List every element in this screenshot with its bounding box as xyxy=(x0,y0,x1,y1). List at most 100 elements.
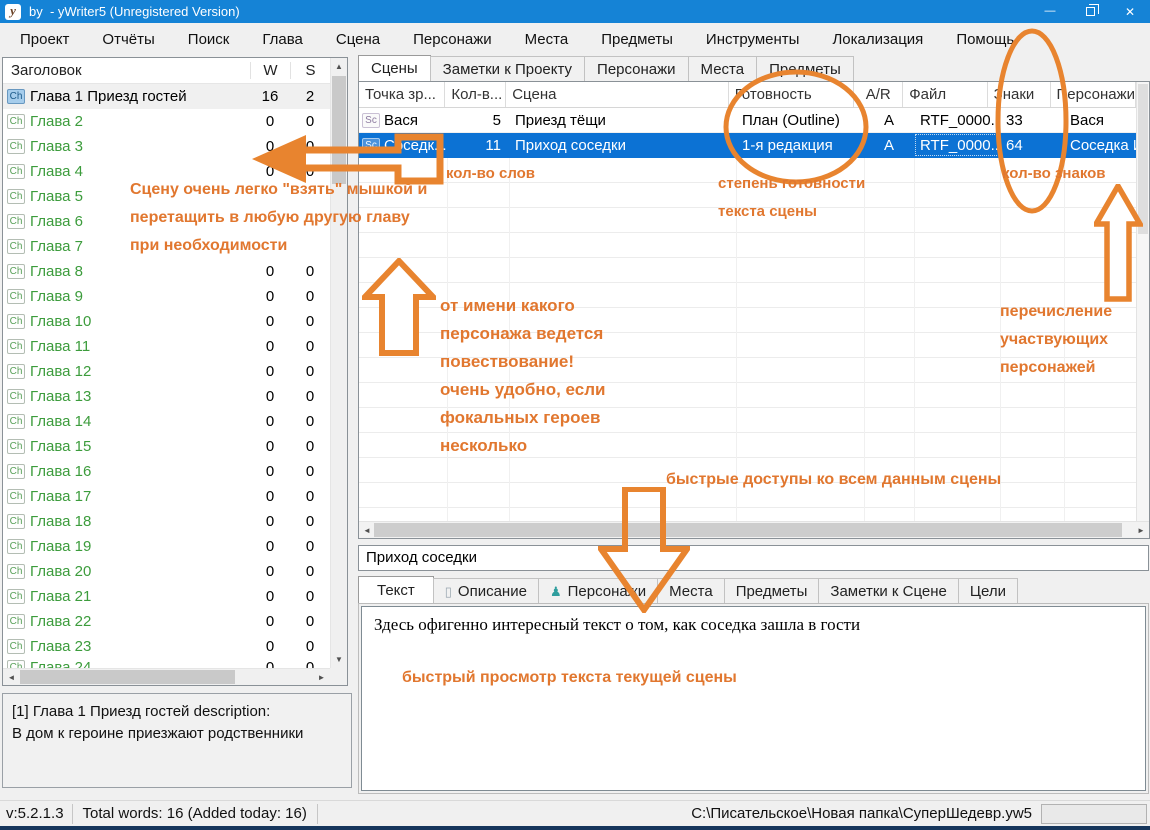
column-header-scenes[interactable]: S xyxy=(290,62,330,79)
scene-characters: Вася xyxy=(1064,108,1136,132)
chapter-row[interactable]: ChГлава 19 0 0 xyxy=(3,534,330,559)
chapter-scene-count: 0 xyxy=(290,659,330,668)
chapter-word-count: 16 xyxy=(250,88,290,105)
chapter-icon: Ch xyxy=(7,439,25,454)
column-header-file[interactable]: Файл xyxy=(903,82,987,107)
menu-item[interactable]: Отчёты xyxy=(102,31,154,48)
scroll-right-icon[interactable] xyxy=(1133,522,1149,538)
column-header-scene[interactable]: Сцена xyxy=(506,82,729,107)
chapter-row[interactable]: ChГлава 24 0 0 xyxy=(3,659,330,668)
restore-icon xyxy=(1086,7,1095,16)
menu-bar: Проект Отчёты Поиск Глава Сцена Персонаж… xyxy=(0,23,1150,55)
project-tab[interactable]: Персонажи xyxy=(584,56,689,81)
scene-tab[interactable]: Предметы xyxy=(724,578,820,603)
menu-item[interactable]: Персонажи xyxy=(413,31,492,48)
chapter-scene-count: 0 xyxy=(290,513,330,530)
chapter-title: Глава 22 xyxy=(30,613,91,630)
chapter-row[interactable]: ChГлава 15 0 0 xyxy=(3,434,330,459)
annotation-down-arrow xyxy=(598,487,690,613)
scroll-left-icon[interactable] xyxy=(3,669,20,685)
project-tab[interactable]: Заметки к Проекту xyxy=(430,56,585,81)
scene-tab[interactable]: Заметки к Сцене xyxy=(818,578,959,603)
chapter-row[interactable]: ChГлава 17 0 0 xyxy=(3,484,330,509)
chapters-horizontal-scrollbar[interactable] xyxy=(3,668,330,685)
scene-tab[interactable]: Цели xyxy=(958,578,1018,603)
scene-title-input[interactable]: Приход соседки xyxy=(358,545,1149,571)
annotation-pov-note: от имени какого персонажа ведется повест… xyxy=(440,292,605,460)
chapter-row[interactable]: ChГлава 10 0 0 xyxy=(3,309,330,334)
chapter-scene-count: 0 xyxy=(290,263,330,280)
scene-tab[interactable]: Текст xyxy=(358,576,434,603)
chapter-icon: Ch xyxy=(7,189,25,204)
chapter-title: Глава 12 xyxy=(30,363,91,380)
file-path-label: C:\Писательское\Новая папка\СуперШедевр.… xyxy=(691,805,1032,822)
chapter-row[interactable]: ChГлава 13 0 0 xyxy=(3,384,330,409)
tab-icon: ♟ xyxy=(550,585,562,598)
column-header-words[interactable]: Кол-в... xyxy=(445,82,506,107)
chapter-icon: Ch xyxy=(7,660,25,668)
menu-item[interactable]: Инструменты xyxy=(706,31,800,48)
chapter-row[interactable]: ChГлава 22 0 0 xyxy=(3,609,330,634)
chapter-title: Глава 4 xyxy=(30,163,83,180)
scene-file: RTF_0000.. xyxy=(914,133,1000,157)
column-header-title[interactable]: Заголовок xyxy=(3,62,250,79)
scene-word-count: 5 xyxy=(447,108,509,132)
chapter-row[interactable]: ChГлава 14 0 0 xyxy=(3,409,330,434)
description-line-1: [1] Глава 1 Приезд гостей description: xyxy=(12,701,342,723)
chapter-scene-count: 0 xyxy=(290,338,330,355)
scroll-up-icon[interactable] xyxy=(331,58,347,75)
taskbar-edge xyxy=(0,826,1150,830)
chapter-row[interactable]: ChГлава 9 0 0 xyxy=(3,284,330,309)
scenes-horizontal-scrollbar[interactable] xyxy=(359,521,1149,538)
chapter-scene-count: 0 xyxy=(290,588,330,605)
scrollbar-thumb[interactable] xyxy=(374,523,1122,537)
chapter-title: Глава 14 xyxy=(30,413,91,430)
chapter-word-count: 0 xyxy=(250,463,290,480)
scroll-right-icon[interactable] xyxy=(313,669,330,685)
scroll-down-icon[interactable] xyxy=(331,651,347,668)
chapter-scene-count: 0 xyxy=(290,313,330,330)
chapter-title: Глава 9 xyxy=(30,288,83,305)
menu-item[interactable]: Локализация xyxy=(832,31,923,48)
column-header-pov[interactable]: Точка зр... xyxy=(359,82,445,107)
scroll-left-icon[interactable] xyxy=(359,522,375,538)
menu-item[interactable]: Предметы xyxy=(601,31,673,48)
chapter-row[interactable]: ChГлава 23 0 0 xyxy=(3,634,330,659)
chapter-title: Глава 17 xyxy=(30,488,91,505)
scrollbar-thumb[interactable] xyxy=(20,670,235,684)
chapter-icon: Ch xyxy=(7,239,25,254)
chapter-row[interactable]: ChГлава 16 0 0 xyxy=(3,459,330,484)
scene-characters: Соседка Ил xyxy=(1064,133,1136,157)
chapter-description-box: [1] Глава 1 Приезд гостей description: В… xyxy=(2,693,352,788)
chapter-word-count: 0 xyxy=(250,488,290,505)
chapter-row[interactable]: ChГлава 12 0 0 xyxy=(3,359,330,384)
restore-button[interactable] xyxy=(1070,0,1110,23)
chapter-row[interactable]: ChГлава 8 0 0 xyxy=(3,259,330,284)
column-header-words[interactable]: W xyxy=(250,62,290,79)
menu-item[interactable]: Сцена xyxy=(336,31,380,48)
menu-item[interactable]: Поиск xyxy=(188,31,230,48)
tab-label: Заметки к Проекту xyxy=(443,61,572,78)
chapter-row[interactable]: ChГлава 1 Приезд гостей 16 2 xyxy=(3,84,330,109)
chapter-word-count: 0 xyxy=(250,113,290,130)
chapter-row[interactable]: ChГлава 21 0 0 xyxy=(3,584,330,609)
minimize-button[interactable] xyxy=(1030,0,1070,23)
scene-text-area[interactable]: Здесь офигенно интересный текст о том, к… xyxy=(361,606,1146,791)
chapter-row[interactable]: ChГлава 18 0 0 xyxy=(3,509,330,534)
chapter-icon: Ch xyxy=(7,539,25,554)
chapter-row[interactable]: ChГлава 11 0 0 xyxy=(3,334,330,359)
annotation-char-count: кол-во знаков xyxy=(1002,160,1106,188)
menu-item[interactable]: Глава xyxy=(262,31,303,48)
chapter-word-count: 0 xyxy=(250,438,290,455)
menu-item[interactable]: Проект xyxy=(20,31,69,48)
close-button[interactable] xyxy=(1110,0,1150,23)
chapter-title: Глава 13 xyxy=(30,388,91,405)
chapter-title: Глава 10 xyxy=(30,313,91,330)
chapter-row[interactable]: ChГлава 20 0 0 xyxy=(3,559,330,584)
scene-tab[interactable]: ▯Описание xyxy=(433,578,539,603)
menu-item[interactable]: Места xyxy=(525,31,569,48)
chapter-icon: Ch xyxy=(7,89,25,104)
chapter-title: Глава 19 xyxy=(30,538,91,555)
scene-title: Приезд тёщи xyxy=(509,108,736,132)
project-tab[interactable]: Сцены xyxy=(358,55,431,81)
